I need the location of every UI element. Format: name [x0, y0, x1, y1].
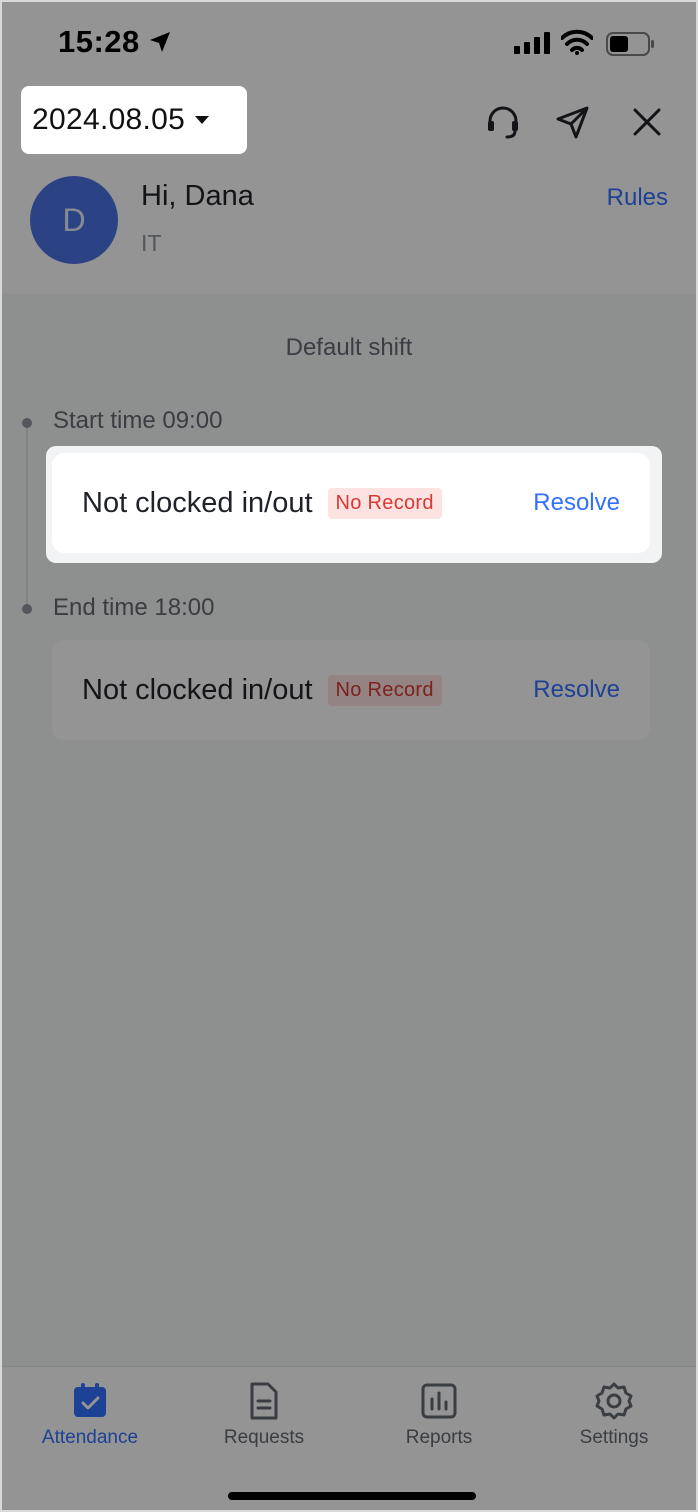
headset-support-icon[interactable] — [483, 102, 523, 142]
no-record-badge: No Record — [327, 674, 442, 706]
tab-label: Attendance — [41, 1427, 139, 1448]
avatar-initial: D — [62, 201, 86, 238]
status-time: 15:28 — [58, 24, 140, 59]
start-time-label: Start time 09:00 — [53, 407, 223, 434]
start-record-card: Not clocked in/out No Record Resolve — [52, 453, 650, 553]
record-status: Not clocked in/out — [82, 486, 313, 519]
resolve-button[interactable]: Resolve — [533, 676, 620, 704]
tab-requests[interactable]: Requests — [194, 1381, 334, 1449]
no-record-badge: No Record — [327, 487, 442, 519]
greeting-text: Hi, Dana — [141, 180, 254, 212]
selected-date: 2024.08.05 — [32, 103, 186, 136]
location-arrow-icon — [148, 30, 172, 59]
home-indicator — [228, 1492, 476, 1500]
battery-icon — [606, 32, 656, 61]
cellular-signal-icon — [514, 32, 550, 59]
tab-label: Settings — [579, 1427, 649, 1448]
bar-chart-icon — [419, 1381, 459, 1421]
record-status: Not clocked in/out — [82, 673, 313, 706]
tab-reports[interactable]: Reports — [369, 1381, 509, 1449]
close-icon[interactable] — [627, 102, 667, 142]
gear-icon — [594, 1381, 634, 1421]
end-time-label: End time 18:00 — [53, 594, 215, 621]
rules-link[interactable]: Rules — [607, 184, 668, 212]
timeline-line — [26, 420, 28, 606]
attendance-screen: 15:28 D Hi, Dana IT Rules Default shift … — [0, 0, 698, 1512]
tab-settings[interactable]: Settings — [544, 1381, 684, 1449]
tab-label: Requests — [223, 1427, 305, 1448]
department-label: IT — [141, 230, 162, 256]
resolve-button[interactable]: Resolve — [533, 489, 620, 517]
tab-label: Reports — [405, 1427, 473, 1448]
end-record-card: Not clocked in/out No Record Resolve — [52, 640, 650, 740]
avatar: D — [30, 176, 118, 264]
document-icon — [244, 1381, 284, 1421]
date-picker[interactable]: 2024.08.05 — [21, 86, 247, 154]
send-icon[interactable] — [553, 102, 593, 142]
wifi-icon — [560, 29, 594, 60]
status-bar: 15:28 — [2, 2, 696, 82]
timeline-dot — [22, 418, 32, 428]
shift-title: Default shift — [285, 334, 413, 361]
dropdown-caret-icon — [195, 116, 210, 124]
tab-bar: Attendance Requests Reports Settings — [2, 1366, 696, 1510]
timeline-dot — [22, 604, 32, 614]
calendar-check-icon — [70, 1381, 110, 1421]
tab-attendance[interactable]: Attendance — [20, 1381, 160, 1449]
